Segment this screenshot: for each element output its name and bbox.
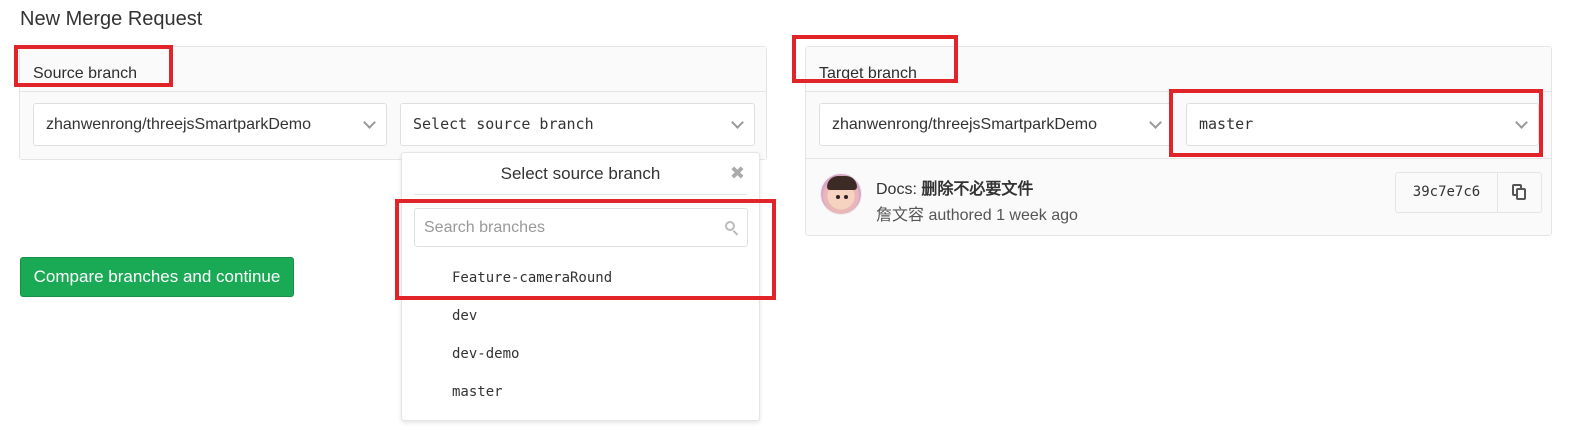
target-project-value: zhanwenrong/threejsSmartparkDemo (832, 116, 1098, 133)
commit-sha-group: 39c7e7c6 (1395, 172, 1542, 213)
chevron-down-icon (1149, 116, 1162, 129)
source-branch-select[interactable]: Select source branch (400, 103, 755, 146)
search-icon (725, 221, 739, 236)
compare-branches-button[interactable]: Compare branches and continue (20, 257, 294, 297)
target-branch-header: Target branch (806, 47, 1551, 92)
branch-option[interactable]: dev-demo (452, 346, 519, 362)
target-branch-body: zhanwenrong/threejsSmartparkDemo master (806, 92, 1551, 159)
dropdown-title: Select source branch (414, 153, 747, 195)
source-project-select[interactable]: zhanwenrong/threejsSmartparkDemo (33, 103, 387, 146)
commit-message: 删除不必要文件 (921, 181, 1034, 198)
source-branch-header: Source branch (20, 47, 766, 92)
target-commit-row: Docs: 删除不必要文件 詹文容 authored 1 week ago 39… (806, 159, 1551, 235)
target-project-select[interactable]: zhanwenrong/threejsSmartparkDemo (819, 103, 1173, 146)
branch-search-input[interactable]: Search branches (414, 208, 748, 247)
commit-authored: authored 1 week ago (928, 207, 1078, 224)
source-branch-body: zhanwenrong/threejsSmartparkDemo Select … (20, 92, 766, 159)
avatar (820, 173, 862, 215)
branch-option[interactable]: dev (452, 308, 477, 324)
source-branch-placeholder: Select source branch (413, 115, 594, 133)
commit-meta: 詹文容 authored 1 week ago (876, 201, 1078, 225)
page-title: New Merge Request (20, 8, 203, 30)
commit-author[interactable]: 詹文容 (876, 207, 924, 224)
commit-prefix: Docs: (876, 181, 922, 198)
chevron-down-icon (731, 116, 744, 129)
chevron-down-icon (363, 116, 376, 129)
source-project-value: zhanwenrong/threejsSmartparkDemo (46, 116, 312, 133)
commit-title[interactable]: Docs: 删除不必要文件 (876, 175, 1033, 199)
copy-sha-button[interactable] (1498, 173, 1541, 212)
chevron-down-icon (1515, 116, 1528, 129)
target-branch-value: master (1199, 115, 1254, 133)
target-branch-select[interactable]: master (1186, 103, 1539, 146)
source-branch-panel: Source branch zhanwenrong/threejsSmartpa… (19, 46, 767, 160)
target-branch-heading: Target branch (819, 65, 917, 82)
branch-search-placeholder: Search branches (424, 219, 545, 236)
commit-sha[interactable]: 39c7e7c6 (1396, 173, 1498, 212)
target-branch-panel: Target branch zhanwenrong/threejsSmartpa… (805, 46, 1552, 236)
source-branch-dropdown: Select source branch ✖ Search branches F… (401, 152, 760, 421)
source-branch-heading: Source branch (33, 65, 138, 82)
branch-option[interactable]: Feature-cameraRound (452, 270, 612, 286)
close-icon[interactable]: ✖ (730, 163, 745, 183)
branch-option[interactable]: master (452, 384, 503, 400)
